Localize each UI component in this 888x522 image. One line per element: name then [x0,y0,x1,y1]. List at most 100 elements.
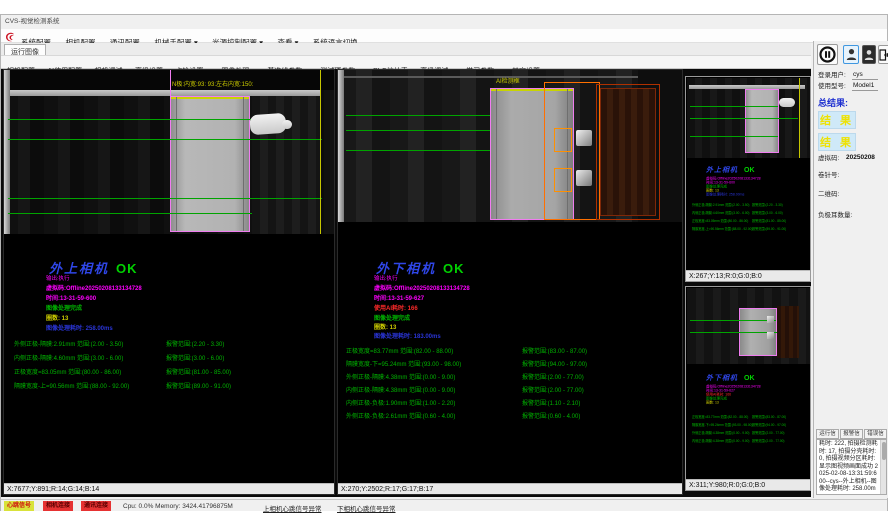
camera-image-lower: AI检测框 [338,70,682,222]
time-line: 时间:13-31-59-600 [46,296,96,302]
result-box-lower: 结 果 [818,133,856,151]
camera-title: 外下相机 [376,262,436,275]
status-bar: 心跳信号 相机连接 通讯连接 Cpu: 0.0% Memory: 3424.41… [1,499,887,511]
log-scrollbar[interactable] [880,440,886,494]
cursor-position-status: X:311;Y:980;R:0;G:0;B:0 [686,479,810,490]
ai-detect-box [544,82,600,220]
alarm-range: 报警范围:(2.20 - 3.30) [166,342,224,348]
overlay-vertical-yellow-line [799,78,800,158]
mini-view-lower[interactable]: 外下相机 OK 虚拟码:Offline20250208133134728 时间:… [685,286,811,491]
log-tab-error[interactable]: 错误信息 [864,429,887,439]
result-ok: OK [116,262,138,275]
turns-line: 圈数: 13 [706,401,830,405]
tab-detect-box [554,168,572,192]
camera-title: 外上相机 [49,262,109,275]
camera-view-upper[interactable]: N极:内宽:93: 93:左右内宽:150: 外上相机 OK [3,69,335,495]
alarm-range: 报警范围:(81.00 - 85.00) [166,370,231,376]
operator-button[interactable] [862,45,876,64]
measurement-row: 内侧正极-隔膜:4.60mm 范围:(3.00 - 6.00) [14,356,123,362]
scrollbar-thumb[interactable] [882,442,886,460]
screen: CVS-视觉检测系统 系统配置 相机配置 通讯配置 机械手配置 ▾ 光源控制配置… [0,0,888,522]
measure-line [8,198,322,199]
menu-bar: 系统配置 相机配置 通讯配置 机械手配置 ▾ 光源控制配置 ▾ 查看 ▾ 系统语… [1,29,887,43]
log-tab-run[interactable]: 运行信息 [816,429,839,439]
negative-tab-count-label: 负极耳数量: [818,213,852,220]
lower-camera-heartbeat-warning: 下相机心跳信号异常 [337,503,396,513]
tab-detect-box [554,128,572,152]
fixture-outline-box [596,84,660,220]
measurement-row: 隔膜宽度-上=90.56mm 范围:(88.00 - 92.00) [14,384,129,390]
ai-time-line: 使用AI耗时: 166 [374,306,418,312]
overlay-vertical-magenta-line [170,70,171,96]
mini-view-upper[interactable]: 外上相机 OK 虚拟码:Offline20250208133134728 时间:… [685,76,811,282]
login-user-button[interactable] [843,45,859,64]
camera-view-lower[interactable]: AI检测框 外下相机 OK 输出:执行 虚拟码:Offline202502081… [337,69,683,495]
cpu-memory-status: Cpu: 0.0% Memory: 3424.41796875M [123,503,233,510]
virtual-code-label: 虚拟码: [818,156,839,163]
measure-line [8,139,322,140]
app-window: CVS-视觉检测系统 系统配置 相机配置 通讯配置 机械手配置 ▾ 光源控制配置… [0,14,888,511]
alarm-range: 报警范围:(83.00 - 87.00) [522,349,587,355]
alarm-range: 报警范围:(3.00 - 6.00) [166,356,224,362]
main-area: N极:内宽:93: 93:左右内宽:150: 外上相机 OK [1,69,811,497]
process-time-line: 图像处理耗时: 258.00ms [706,193,830,197]
ai-box-label: AI检测框 [496,79,520,85]
battery-cell [170,96,250,232]
process-time-line: 图像处理耗时: 258.00ms [46,326,113,332]
measure-line [690,118,798,119]
tab-row: 运行图像 [1,43,811,55]
tape-connector-tip [282,120,292,129]
turns-line: 圈数: 13 [46,316,68,322]
image-edge-strip [338,70,344,222]
cell-inner-line-left [176,97,177,231]
camera-image-upper: N极:内宽:93: 93:左右内宽:150: [4,70,334,234]
process-done-line: 图像处理完成 [374,316,410,322]
result-box-upper: 结 果 [818,111,856,129]
mini-image-upper [687,78,810,158]
camera-title: 外上相机 [706,167,738,174]
metal-tab [767,332,774,339]
output-signal: 输出:执行 [46,277,70,283]
tape-connector [779,98,795,107]
camera-title: 外下相机 [706,375,738,382]
alarm-range: 报警范围:(1.10 - 2.10) [522,401,580,407]
tab-run-image[interactable]: 运行图像 [4,44,46,55]
log-tab-alarm[interactable]: 报警信息 [840,429,863,439]
login-user-label: 登录用户: [818,73,846,80]
login-user-value[interactable]: cys [852,72,878,80]
upper-camera-heartbeat-warning: 上相机心跳信号异常 [263,503,322,513]
heartbeat-badge: 心跳信号 [4,501,34,511]
winding-pin-label: 卷针号: [818,173,839,180]
virtual-code-value: 20250208 [846,155,875,162]
measurement-row: 正极宽度=83.05mm 范围:(80.00 - 86.00) [14,370,121,376]
overlay-vertical-yellow-line [320,70,321,234]
measure-line [690,136,778,137]
user-icon [846,48,857,61]
alarm-range: 报警范围:(2.00 - 77.00) [522,388,584,394]
log-tabs: 运行信息 报警信息 错误信息 [816,429,888,439]
measurement-row: 隔膜宽度-下=95.24mm 范围:(93.00 - 98.00) [346,362,461,368]
pause-icon [819,46,836,63]
result-ok: OK [443,262,465,275]
measure-line [690,320,776,321]
fixture-dark-red [777,306,799,358]
mini-image-lower [687,288,810,364]
pause-button[interactable] [817,44,838,65]
control-panel: 登录用户: cys 使用型号: Model1 总结果: 结 果 结 果 虚拟码:… [813,41,888,498]
image-overlay-label: N极:内宽:93: 93:左右内宽:150: [172,82,253,88]
turns-line: 圈数: 13 [374,325,396,331]
metal-tab [576,170,592,186]
process-time-line: 图像处理耗时: 183.00ms [374,334,441,340]
process-done-line: 图像处理完成 [46,306,82,312]
comm-connect-badge: 通讯连接 [81,501,111,511]
model-value[interactable]: Model1 [852,83,878,91]
exit-button[interactable] [878,45,888,64]
log-area[interactable]: 耗时: 222, 拍摄检测耗时: 17, 拍摄分壳耗时: 0, 拍摄视频分区耗时… [816,439,887,495]
cell-inner-line-right [243,97,244,231]
measurement-row: 内侧正极-隔膜:4.38mm 范围:(0.00 - 9.00) [346,388,455,394]
measure-line [690,106,778,107]
cursor-position-status: X:7677;Y:891;R:14;G:14;B:14 [4,483,334,494]
mini-info-block: 虚拟码:Offline20250208133134728 时间:13-31-59… [706,385,830,405]
output-signal: 输出:执行 [374,277,398,283]
qr-code-label: 二维码: [818,192,839,199]
